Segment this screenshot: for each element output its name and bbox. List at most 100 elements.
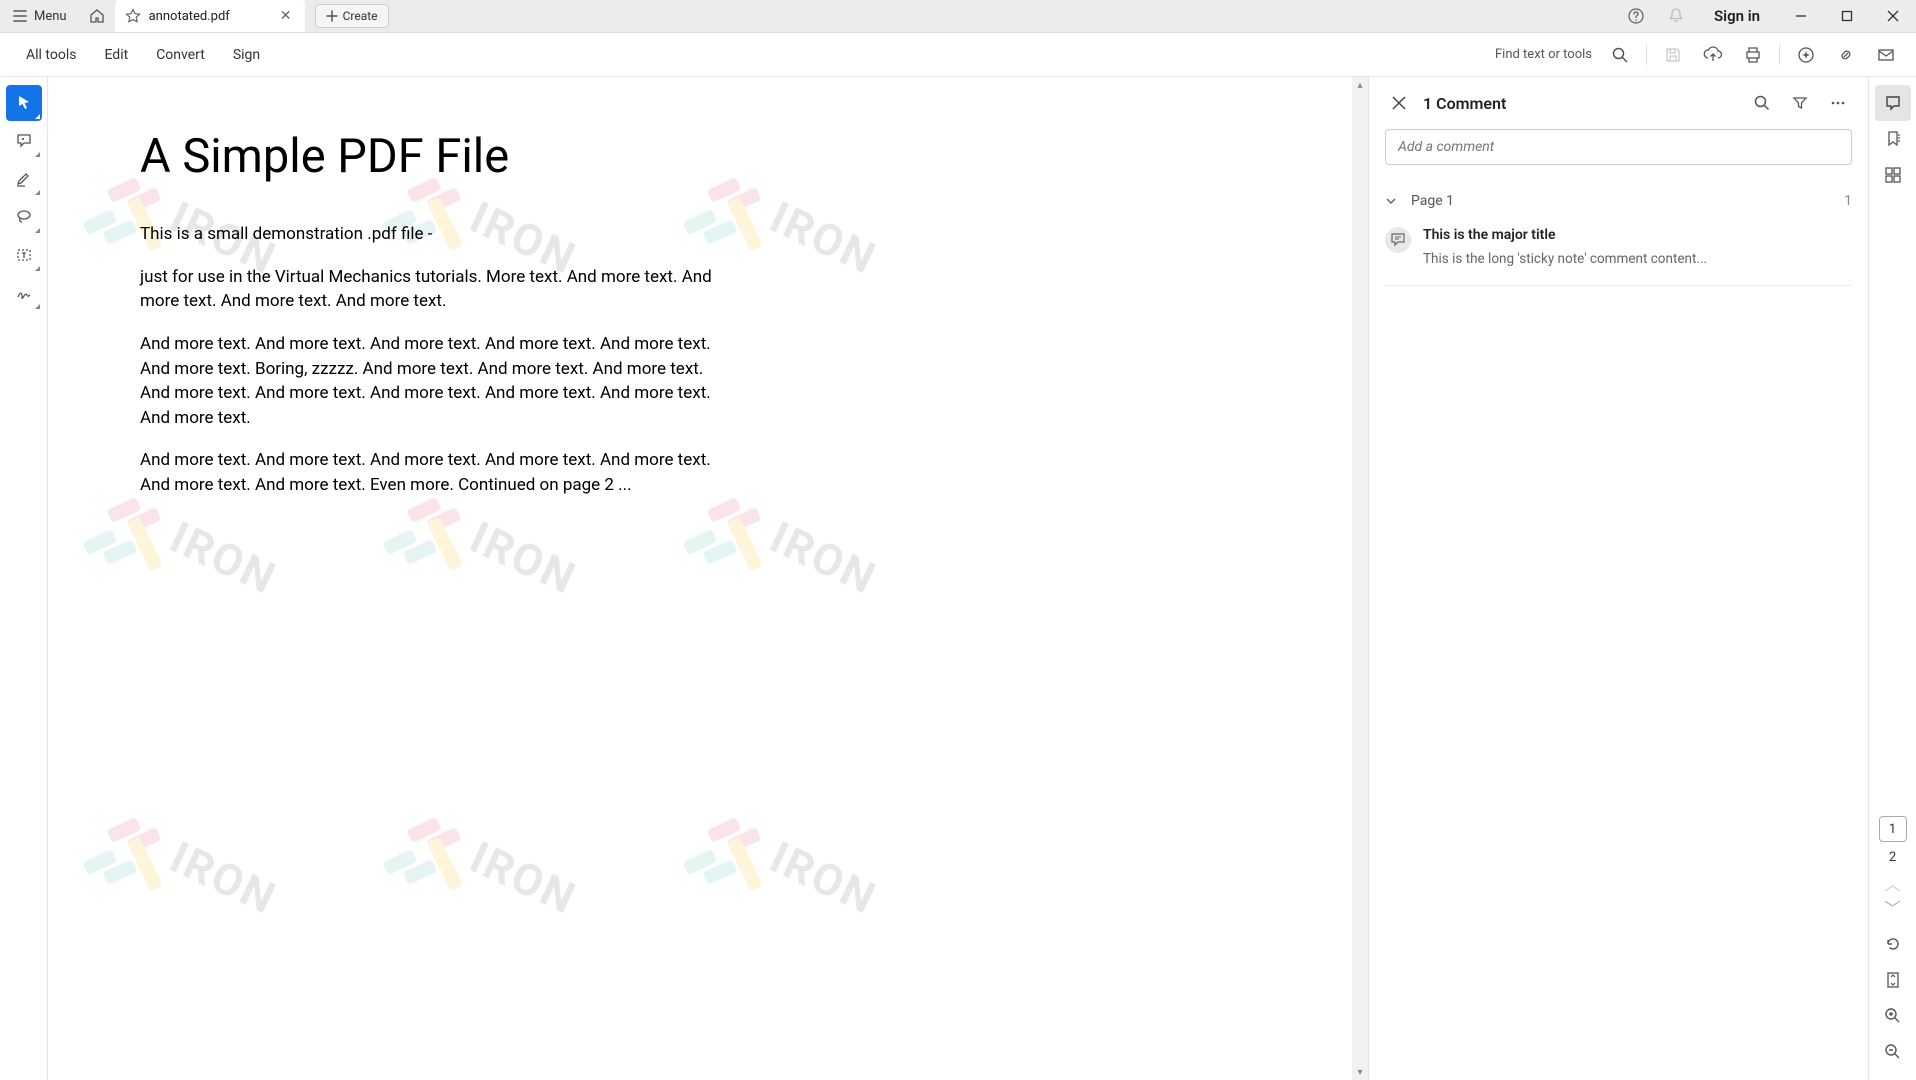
- print-icon: [1744, 46, 1762, 64]
- find-label: Find text or tools: [1495, 47, 1592, 62]
- zoom-out-button[interactable]: [1875, 1034, 1911, 1070]
- home-button[interactable]: [79, 0, 115, 32]
- add-comment-input[interactable]: [1385, 129, 1852, 165]
- comment-tool[interactable]: [6, 123, 42, 159]
- watermark: IRON: [678, 817, 978, 907]
- toolbar-right: Find text or tools: [1495, 33, 1904, 76]
- window-maximize[interactable]: [1824, 0, 1870, 32]
- thumbnails-rail-button[interactable]: [1875, 157, 1911, 193]
- help-icon: [1627, 7, 1645, 25]
- page-other[interactable]: 2: [1879, 844, 1907, 870]
- separator: [1646, 45, 1647, 65]
- tool-all-tools[interactable]: All tools: [12, 33, 90, 76]
- comment-icon: [1884, 94, 1902, 112]
- more-icon: [1830, 95, 1846, 111]
- tool-convert[interactable]: Convert: [142, 33, 219, 76]
- tool-sign[interactable]: Sign: [219, 33, 274, 76]
- cloud-upload-icon: [1703, 46, 1723, 64]
- page-navigator: 1 2 ︿ ﹀: [1879, 816, 1907, 918]
- scroll-down-button[interactable]: ▾: [1352, 1064, 1368, 1080]
- expand-indicator-icon: [35, 228, 40, 233]
- create-button[interactable]: Create: [315, 4, 389, 28]
- filter-icon: [1792, 95, 1808, 111]
- zoom-out-icon: [1884, 1043, 1902, 1061]
- document-paragraph: just for use in the Virtual Mechanics tu…: [140, 265, 730, 314]
- comments-group: Page 1 1 This is the major title This is…: [1369, 179, 1868, 286]
- close-icon: ✕: [280, 8, 292, 24]
- scroll-up-button[interactable]: ▴: [1352, 77, 1368, 93]
- comments-group-header[interactable]: Page 1 1: [1385, 189, 1852, 219]
- comments-filter-button[interactable]: [1786, 89, 1814, 117]
- page-up-button[interactable]: ︿: [1879, 872, 1907, 894]
- tab-close-button[interactable]: ✕: [277, 7, 295, 25]
- comments-rail-button[interactable]: [1875, 85, 1911, 121]
- add-comment-wrap: [1369, 129, 1868, 179]
- text-box-icon: [15, 246, 33, 264]
- document-paragraph: And more text. And more text. And more t…: [140, 448, 730, 497]
- chevron-up-icon: ︿: [1884, 871, 1900, 895]
- text-box-tool[interactable]: [6, 237, 42, 273]
- comments-close-button[interactable]: [1385, 89, 1413, 117]
- bookmark-icon: [1884, 130, 1902, 148]
- comments-header: 1 Comment: [1369, 77, 1868, 129]
- zoom-in-button[interactable]: [1875, 998, 1911, 1034]
- notifications-button[interactable]: [1656, 0, 1696, 32]
- comments-search-button[interactable]: [1748, 89, 1776, 117]
- plus-icon: [326, 10, 338, 22]
- expand-indicator-icon: [35, 152, 40, 157]
- document-content: A Simple PDF File This is a small demons…: [140, 129, 1312, 516]
- rotate-button[interactable]: [1875, 926, 1911, 962]
- comments-more-button[interactable]: [1824, 89, 1852, 117]
- expand-indicator-icon: [35, 190, 40, 195]
- titlebar-right: Sign in: [1616, 0, 1916, 32]
- comment-title: This is the major title: [1423, 227, 1852, 243]
- page-current[interactable]: 1: [1879, 816, 1907, 842]
- chevron-down-icon: ﹀: [1884, 895, 1900, 919]
- draw-tool[interactable]: [6, 199, 42, 235]
- toolbar: All tools Edit Convert Sign Find text or…: [0, 33, 1916, 77]
- document-viewport: IRONIRONIRONIRONIRONIRONIRONIRONIRON A S…: [48, 77, 1368, 1080]
- signature-tool[interactable]: [6, 275, 42, 311]
- highlighter-icon: [15, 170, 33, 188]
- signin-button[interactable]: Sign in: [1696, 7, 1778, 25]
- link-icon: [1837, 46, 1855, 64]
- comment-text: This is the long 'sticky note' comment c…: [1423, 251, 1852, 267]
- vertical-scrollbar[interactable]: ▴ ▾: [1352, 77, 1368, 1080]
- find-button[interactable]: [1602, 37, 1638, 73]
- signin-label: Sign in: [1714, 7, 1760, 25]
- zoom-in-icon: [1884, 1007, 1902, 1025]
- comments-panel: 1 Comment Page 1 1: [1368, 77, 1868, 1080]
- expand-indicator-icon: [35, 304, 40, 309]
- window-close[interactable]: [1870, 0, 1916, 32]
- star-icon: [125, 8, 141, 24]
- save-button[interactable]: [1655, 37, 1691, 73]
- active-tab[interactable]: annotated.pdf ✕: [115, 0, 305, 32]
- print-button[interactable]: [1735, 37, 1771, 73]
- lasso-icon: [15, 208, 33, 226]
- bell-icon: [1667, 7, 1685, 25]
- page-fit-button[interactable]: [1875, 962, 1911, 998]
- help-button[interactable]: [1616, 0, 1656, 32]
- window-minimize[interactable]: [1778, 0, 1824, 32]
- comment-body: This is the major title This is the long…: [1423, 227, 1852, 267]
- cloud-upload-button[interactable]: [1695, 37, 1731, 73]
- menu-button[interactable]: Menu: [0, 0, 79, 32]
- highlight-tool[interactable]: [6, 161, 42, 197]
- select-tool[interactable]: [6, 85, 42, 121]
- page-down-button[interactable]: ﹀: [1879, 896, 1907, 918]
- home-icon: [89, 8, 105, 24]
- page-fit-icon: [1885, 971, 1901, 989]
- chevron-up-icon: ▴: [1357, 80, 1362, 91]
- chevron-down-icon: ▾: [1357, 1067, 1362, 1078]
- document-page[interactable]: IRONIRONIRONIRONIRONIRONIRONIRONIRON A S…: [48, 77, 1352, 1080]
- maximize-icon: [1841, 10, 1853, 22]
- document-paragraph: This is a small demonstration .pdf file …: [140, 222, 730, 247]
- ai-assistant-button[interactable]: [1788, 37, 1824, 73]
- share-email-button[interactable]: [1868, 37, 1904, 73]
- comment-item[interactable]: This is the major title This is the long…: [1385, 219, 1852, 286]
- share-link-button[interactable]: [1828, 37, 1864, 73]
- bookmarks-rail-button[interactable]: [1875, 121, 1911, 157]
- document-title: A Simple PDF File: [140, 129, 1312, 184]
- menu-label: Menu: [34, 9, 67, 24]
- tool-edit[interactable]: Edit: [90, 33, 142, 76]
